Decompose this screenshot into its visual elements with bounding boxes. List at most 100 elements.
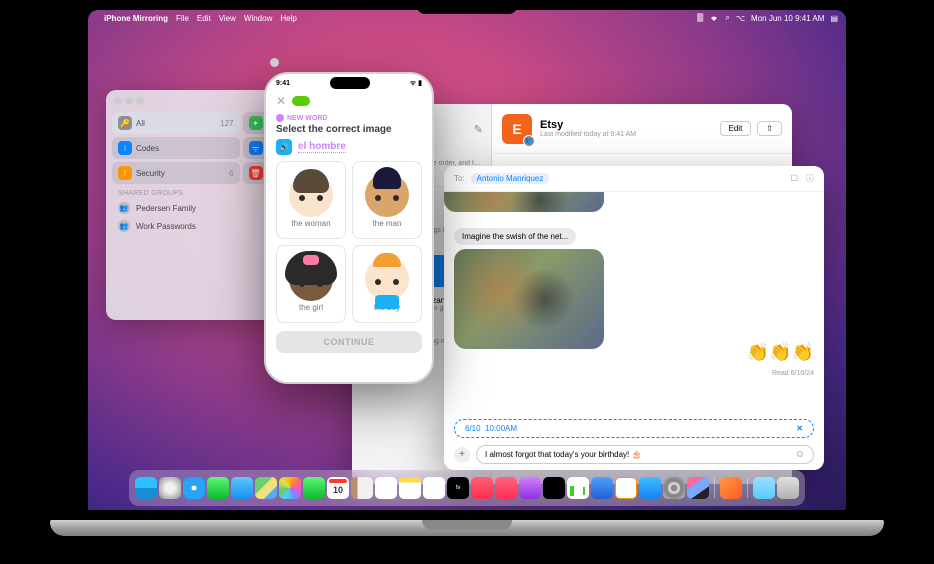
dock-downloads[interactable]	[753, 477, 775, 499]
note-header: E👥 Etsy Last modified today at 9:41 AM E…	[492, 104, 792, 154]
play-audio-button[interactable]: 🔊	[276, 139, 292, 155]
recipient-pill[interactable]: Antonio Manriquez	[471, 173, 550, 184]
dock-system-settings[interactable]	[663, 477, 685, 499]
dock-safari[interactable]	[183, 477, 205, 499]
dock-freeform[interactable]	[423, 477, 445, 499]
incoming-message-bubble[interactable]: Imagine the swish of the net...	[454, 228, 576, 245]
menu-edit[interactable]: Edit	[197, 14, 211, 23]
menu-file[interactable]: File	[176, 14, 189, 23]
to-label: To:	[454, 174, 465, 183]
compose-icon[interactable]: ✎	[474, 123, 483, 136]
tapback-reaction[interactable]: 👏👏👏	[747, 342, 814, 363]
notification-center-icon[interactable]: ▤	[830, 14, 838, 23]
dock-facetime[interactable]	[303, 477, 325, 499]
apps-plus-button[interactable]: +	[454, 447, 470, 463]
messages-header: To: Antonio Manriquez ▢ ⓘ	[444, 166, 824, 192]
battery-icon[interactable]: 🀫	[697, 13, 703, 23]
message-input-row: + I almost forgot that today's your birt…	[454, 445, 814, 464]
etsy-note-icon: E👥	[502, 114, 532, 144]
minimize-traffic-light[interactable]	[125, 97, 133, 105]
answer-card-man[interactable]: the man	[352, 161, 422, 239]
iphone-status-bar: 9:41 ᯤ ▮	[266, 74, 432, 92]
menu-window[interactable]: Window	[244, 14, 272, 23]
desktop: iPhone Mirroring File Edit View Window H…	[88, 10, 846, 510]
passwords-codes[interactable]: ⁝Codes	[112, 137, 240, 159]
iphone-battery-icon: ᯤ ▮	[410, 79, 422, 88]
share-button[interactable]: ⇧	[757, 121, 782, 136]
window-close-traffic-light[interactable]	[270, 58, 279, 67]
dock-photos[interactable]	[279, 477, 301, 499]
dock-podcasts[interactable]	[519, 477, 541, 499]
iphone-screen: 9:41 ᯤ ▮ ✕ NEW WORD Select the correct i…	[264, 72, 434, 384]
new-word-badge: NEW WORD	[276, 114, 422, 122]
dock-recent-app[interactable]	[720, 477, 742, 499]
dock-contacts[interactable]	[351, 477, 373, 499]
iphone-time: 9:41	[276, 80, 290, 87]
dock-calendar[interactable]	[327, 477, 349, 499]
facetime-video-icon[interactable]: ▢	[790, 173, 798, 184]
scheduled-date: 6/10	[465, 424, 481, 433]
dock-mail[interactable]	[231, 477, 253, 499]
dock-pages[interactable]	[615, 477, 637, 499]
zoom-traffic-light[interactable]	[136, 97, 144, 105]
passwords-all[interactable]: 🔑All127	[112, 112, 240, 134]
dock-launchpad[interactable]	[159, 477, 181, 499]
dock-separator	[714, 478, 715, 498]
answer-card-woman[interactable]: the woman	[276, 161, 346, 239]
answer-card-boy[interactable]: the boy	[352, 245, 422, 323]
dynamic-island	[330, 77, 370, 89]
menu-help[interactable]: Help	[280, 14, 296, 23]
iphone-mirroring-window: 9:41 ᯤ ▮ ✕ NEW WORD Select the correct i…	[264, 54, 434, 384]
dock-keynote[interactable]	[591, 477, 613, 499]
clock[interactable]: Mon Jun 10 9:41 AM	[751, 14, 824, 23]
dock-trash[interactable]	[777, 477, 799, 499]
lesson-close-icon[interactable]: ✕	[276, 94, 286, 108]
menu-view[interactable]: View	[219, 14, 236, 23]
messages-body: Imagine the swish of the net... 👏👏👏 Read…	[444, 192, 824, 470]
answer-grid: the woman the man the girl the boy	[266, 161, 432, 323]
dock-reminders[interactable]	[375, 477, 397, 499]
menu-app-name[interactable]: iPhone Mirroring	[104, 14, 168, 23]
macbook-frame: iPhone Mirroring File Edit View Window H…	[0, 0, 934, 564]
audio-row: 🔊 el hombre	[266, 135, 432, 161]
spotlight-icon[interactable]: ⌕	[725, 13, 729, 23]
received-photo[interactable]	[444, 192, 604, 212]
scheduled-send-banner[interactable]: 6/10 10:00AM ✕	[454, 419, 814, 438]
passwords-security[interactable]: !Security6	[112, 162, 240, 184]
dock-tv[interactable]: tv	[447, 477, 469, 499]
edit-button[interactable]: Edit	[720, 121, 752, 136]
draft-text: I almost forgot that today's your birthd…	[485, 450, 641, 459]
answer-card-girl[interactable]: the girl	[276, 245, 346, 323]
dock-iphone-mirroring[interactable]	[687, 477, 709, 499]
dock: tv	[129, 470, 805, 506]
received-photo-basketball[interactable]	[454, 249, 604, 349]
dock-separator	[747, 478, 748, 498]
dock-messages[interactable]	[207, 477, 229, 499]
messages-window: To: Antonio Manriquez ▢ ⓘ Imagine the sw…	[444, 166, 824, 470]
emoji-picker-icon[interactable]: ☺	[795, 449, 805, 460]
dock-notes[interactable]	[399, 477, 421, 499]
wifi-icon[interactable]	[709, 14, 719, 22]
info-icon[interactable]: ⓘ	[806, 173, 814, 184]
dock-finder[interactable]	[135, 477, 157, 499]
scheduled-time: 10:00AM	[485, 424, 517, 433]
lesson-progress-bar	[292, 96, 310, 106]
dock-maps[interactable]	[255, 477, 277, 499]
screen-bezel: iPhone Mirroring File Edit View Window H…	[78, 0, 856, 520]
note-subtitle: Last modified today at 9:41 AM	[540, 131, 636, 138]
dock-news[interactable]	[495, 477, 517, 499]
note-title: Etsy	[540, 119, 636, 131]
control-center-icon[interactable]: ⌥	[736, 14, 745, 23]
dock-music[interactable]	[471, 477, 493, 499]
target-word[interactable]: el hombre	[298, 141, 346, 153]
message-text-field[interactable]: I almost forgot that today's your birthd…	[476, 445, 814, 464]
continue-button[interactable]: CONTINUE	[276, 331, 422, 353]
display-notch	[417, 0, 517, 14]
dock-stocks[interactable]	[543, 477, 565, 499]
close-traffic-light[interactable]	[114, 97, 122, 105]
dock-numbers[interactable]	[567, 477, 589, 499]
duolingo-top-bar: ✕	[266, 92, 432, 110]
read-receipt: Read 6/10/24	[772, 370, 814, 377]
dock-appstore[interactable]	[639, 477, 661, 499]
cancel-schedule-icon[interactable]: ✕	[796, 424, 803, 433]
